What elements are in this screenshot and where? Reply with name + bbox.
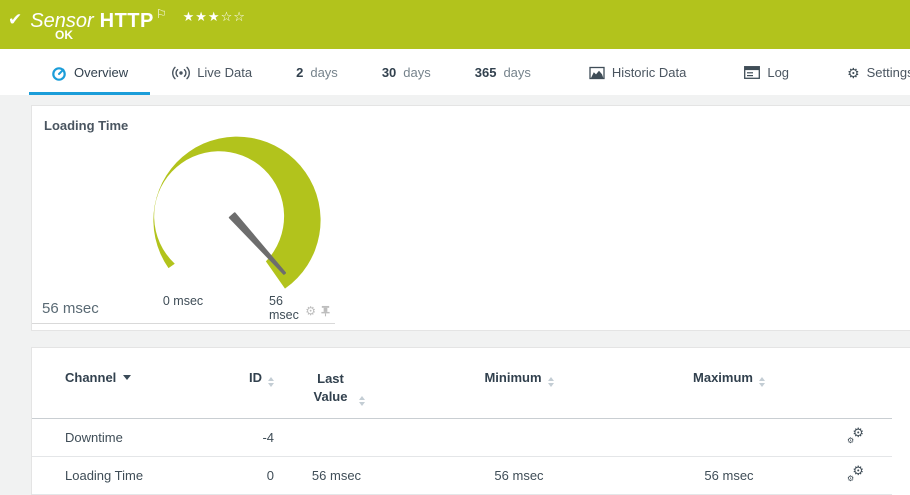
channel-last-value [274,418,399,456]
tab-label: Settings [867,65,910,80]
gear-icon: ⚙ [847,66,860,80]
gauge-arc [153,137,320,289]
channel-settings-gears-icon[interactable]: ⚙ ⚙ [847,467,864,482]
gauge-icon [51,65,67,81]
tab-label: Log [767,65,789,80]
channel-last-value: 56 msec [274,456,399,494]
area-chart-icon [589,66,605,80]
sensor-status-header: ✔SensorHTTP⚐★★★☆☆ OK [0,0,910,49]
sort-icon [759,377,765,387]
channel-settings-gears-icon[interactable]: ⚙ ⚙ [847,429,864,444]
overview-content: Loading Time 0 msec 56 msec 56 msec ⚙ [0,95,910,495]
channel-maximum [639,418,819,456]
loading-time-gauge [132,128,342,318]
column-label: Channel [65,370,116,385]
column-header-maximum[interactable]: Maximum [639,364,819,418]
priority-flag-icon[interactable]: ⚐ [156,7,167,21]
table-header-row: Channel ID Last Value Minimum Maximum [32,364,892,418]
column-header-id[interactable]: ID [202,364,274,418]
tile-gear-icon[interactable]: ⚙ [305,305,316,317]
channel-id: -4 [202,418,274,456]
table-row-loading-time[interactable]: Loading Time 0 56 msec 56 msec 56 msec ⚙… [32,456,892,494]
tab-number: 365 [475,65,497,80]
table-row-downtime[interactable]: Downtime -4 ⚙ ⚙ [32,418,892,456]
gauge-needle [230,213,285,274]
channel-table-card: Channel ID Last Value Minimum Maximum [31,347,910,495]
loading-time-gauge-tile: Loading Time 0 msec 56 msec 56 msec ⚙ [32,106,335,324]
pin-icon[interactable] [320,305,331,317]
tile-toolbar: ⚙ [305,305,331,317]
tab-number: 30 [382,65,396,80]
column-header-minimum[interactable]: Minimum [399,364,639,418]
tab-unit: days [403,65,430,80]
gear-icon: ⚙ [847,475,854,483]
tab-label: Live Data [197,65,252,80]
channel-minimum [399,418,639,456]
tab-unit: days [310,65,337,80]
tab-label: Overview [74,65,128,80]
status-badge: OK [55,28,73,42]
tab-settings[interactable]: ⚙ Settings [825,49,910,95]
channel-name: Loading Time [32,456,202,494]
tab-2-days[interactable]: 2 days [274,49,360,95]
sort-icon [548,377,554,387]
tab-unit: days [503,65,530,80]
column-header-last-value[interactable]: Last Value [274,364,399,418]
sort-icon [359,396,365,406]
gauge-min-label: 0 msec [163,294,203,308]
channel-minimum: 56 msec [399,456,639,494]
column-label: Maximum [693,370,753,385]
column-label: Minimum [484,370,541,385]
tab-log[interactable]: Log [722,49,811,95]
priority-stars[interactable]: ★★★☆☆ [183,9,246,24]
gauge-current-value: 56 msec [42,300,99,317]
broadcast-icon [172,66,190,80]
sensor-tab-bar: Overview Live Data 2 days 30 days 365 da… [0,49,910,95]
tab-label: Historic Data [612,65,686,80]
channel-maximum: 56 msec [639,456,819,494]
column-label: Last Value [309,370,353,405]
gear-icon: ⚙ [847,437,854,445]
column-header-actions [819,364,892,418]
sort-caret-icon [123,375,131,380]
channel-table: Channel ID Last Value Minimum Maximum [32,364,892,495]
ok-check-icon: ✔ [8,10,22,29]
tab-number: 2 [296,65,303,80]
column-header-channel[interactable]: Channel [32,364,202,418]
channel-name: Downtime [32,418,202,456]
column-label: ID [249,370,262,385]
channel-id: 0 [202,456,274,494]
sort-icon [268,377,274,387]
gauge-title: Loading Time [44,118,128,133]
tab-live-data[interactable]: Live Data [150,49,274,95]
sensor-name: HTTP [100,10,154,32]
log-list-icon [744,66,760,79]
tab-historic-data[interactable]: Historic Data [567,49,708,95]
gauge-card: Loading Time 0 msec 56 msec 56 msec ⚙ [31,105,910,331]
tab-365-days[interactable]: 365 days [453,49,553,95]
tab-overview[interactable]: Overview [29,49,150,95]
tab-30-days[interactable]: 30 days [360,49,453,95]
